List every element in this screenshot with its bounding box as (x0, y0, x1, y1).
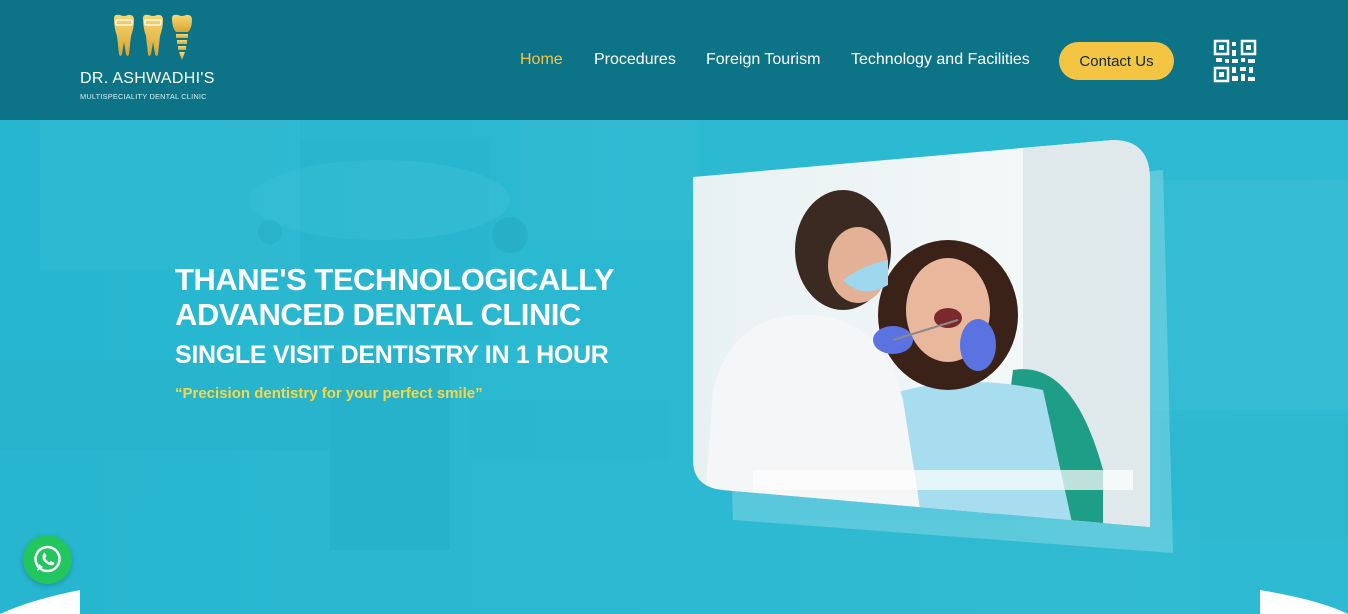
hero-headline-line1: THANE'S TECHNOLOGICALLY (175, 262, 615, 297)
contact-us-button[interactable]: Contact Us (1059, 42, 1174, 80)
hero-headline-line2: ADVANCED DENTAL CLINIC (175, 297, 581, 332)
nav-item-procedures[interactable]: Procedures (594, 51, 676, 69)
hero-section: THANE'S TECHNOLOGICALLY ADVANCED DENTAL … (0, 120, 1348, 614)
qr-code-icon[interactable] (1213, 39, 1257, 83)
main-nav: Home Procedures Foreign Tourism Technolo… (0, 0, 1348, 120)
whatsapp-icon (34, 545, 61, 573)
nav-item-home[interactable]: Home (520, 51, 563, 69)
nav-item-foreign-tourism[interactable]: Foreign Tourism (706, 51, 820, 69)
hero-tagline: “Precision dentistry for your perfect sm… (175, 385, 483, 402)
hero-headline: THANE'S TECHNOLOGICALLY ADVANCED DENTAL … (175, 262, 655, 332)
site-header: DR. ASHWADHI'S MULTISPECIALITY DENTAL CL… (0, 0, 1348, 120)
whatsapp-button[interactable] (23, 535, 72, 584)
hero-bottom-curve (0, 590, 1348, 614)
dentist-examining-patient-image (693, 140, 1173, 553)
hero-subheadline: SINGLE VISIT DENTISTRY IN 1 HOUR (175, 341, 609, 369)
nav-item-technology-and-facilities[interactable]: Technology and Facilities (851, 51, 1030, 69)
